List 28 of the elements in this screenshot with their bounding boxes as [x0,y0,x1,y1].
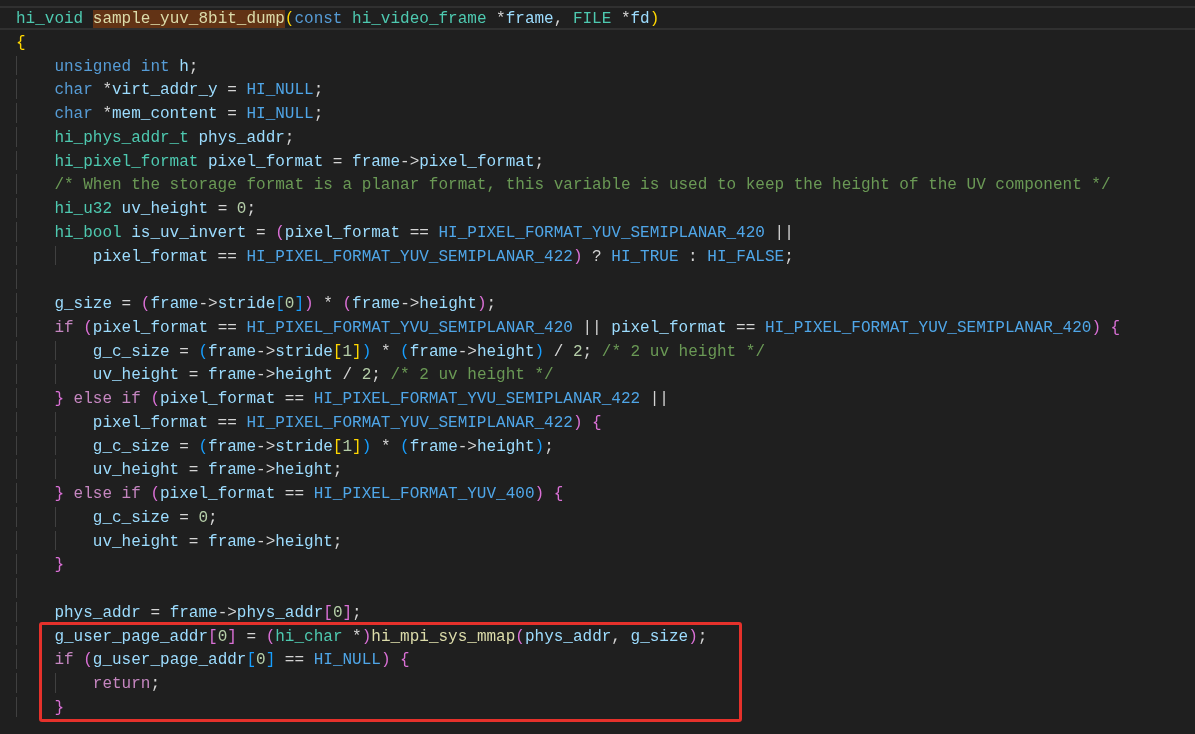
code-line: return; [92,674,160,695]
code-line: unsigned int h; [54,56,199,78]
code-line: } [54,697,64,719]
code-line: uv_height = frame->height / 2; /* 2 uv height */ [92,365,554,387]
code-line: /* When the storage format is a planar format, this variable is used to keep the height of the UV component */ [54,175,1111,197]
code-line: } else if (pixel_format == HI_PIXEL_FORMAT_YUV_400) { [54,484,564,505]
code-line: char *mem_content = HI_NULL; [54,104,324,125]
code-line: pixel_format == HI_PIXEL_FORMAT_YUV_SEMIPLANAR_422) { [92,412,602,434]
code-line: hi_u32 uv_height = 0; [54,199,257,220]
code-line: g_user_page_addr[0] = (hi_char *)hi_mpi_sys_mmap(phys_addr, g_size); [54,626,708,648]
code-line: hi_phys_addr_t phys_addr; [54,127,295,149]
code-line: uv_height = frame->height; [92,460,343,482]
code-line: { [16,32,26,54]
code-line: } else if (pixel_format == HI_PIXEL_FORMAT_YVU_SEMIPLANAR_422 || [54,389,669,410]
code-line: hi_bool is_uv_invert = (pixel_format == HI_PIXEL_FORMAT_YUV_SEMIPLANAR_420 || [54,222,794,244]
code-line: g_c_size = (frame->stride[1]) * (frame->height) / 2; /* 2 uv height */ [92,341,765,363]
code-line: hi_void sample_yuv_8bit_dump(const hi_video_frame *frame, FILE *fd) [16,9,660,30]
code-line: if (g_user_page_addr[0] == HI_NULL) { [54,650,410,672]
code-line: if (pixel_format == HI_PIXEL_FORMAT_YVU_SEMIPLANAR_420 || pixel_format == HI_PIXEL_FORMAT_YUV_SEMIPLANAR_420) { [54,317,1121,339]
code-line: char *virt_addr_y = HI_NULL; [54,80,324,102]
code-line: g_c_size = (frame->stride[1]) * (frame->height); [92,436,554,458]
code-line: g_c_size = 0; [92,507,218,529]
code-line: } [54,555,64,577]
code-line: pixel_format == HI_PIXEL_FORMAT_YUV_SEMIPLANAR_422) ? HI_TRUE : HI_FALSE; [92,246,794,268]
code-line: g_size = (frame->stride[0]) * (frame->height); [54,294,497,315]
code-line: phys_addr = frame->phys_addr[0]; [54,602,362,624]
code-line: hi_pixel_format pixel_format = frame->pixel_format; [54,151,545,173]
code-line: uv_height = frame->height; [92,531,343,553]
